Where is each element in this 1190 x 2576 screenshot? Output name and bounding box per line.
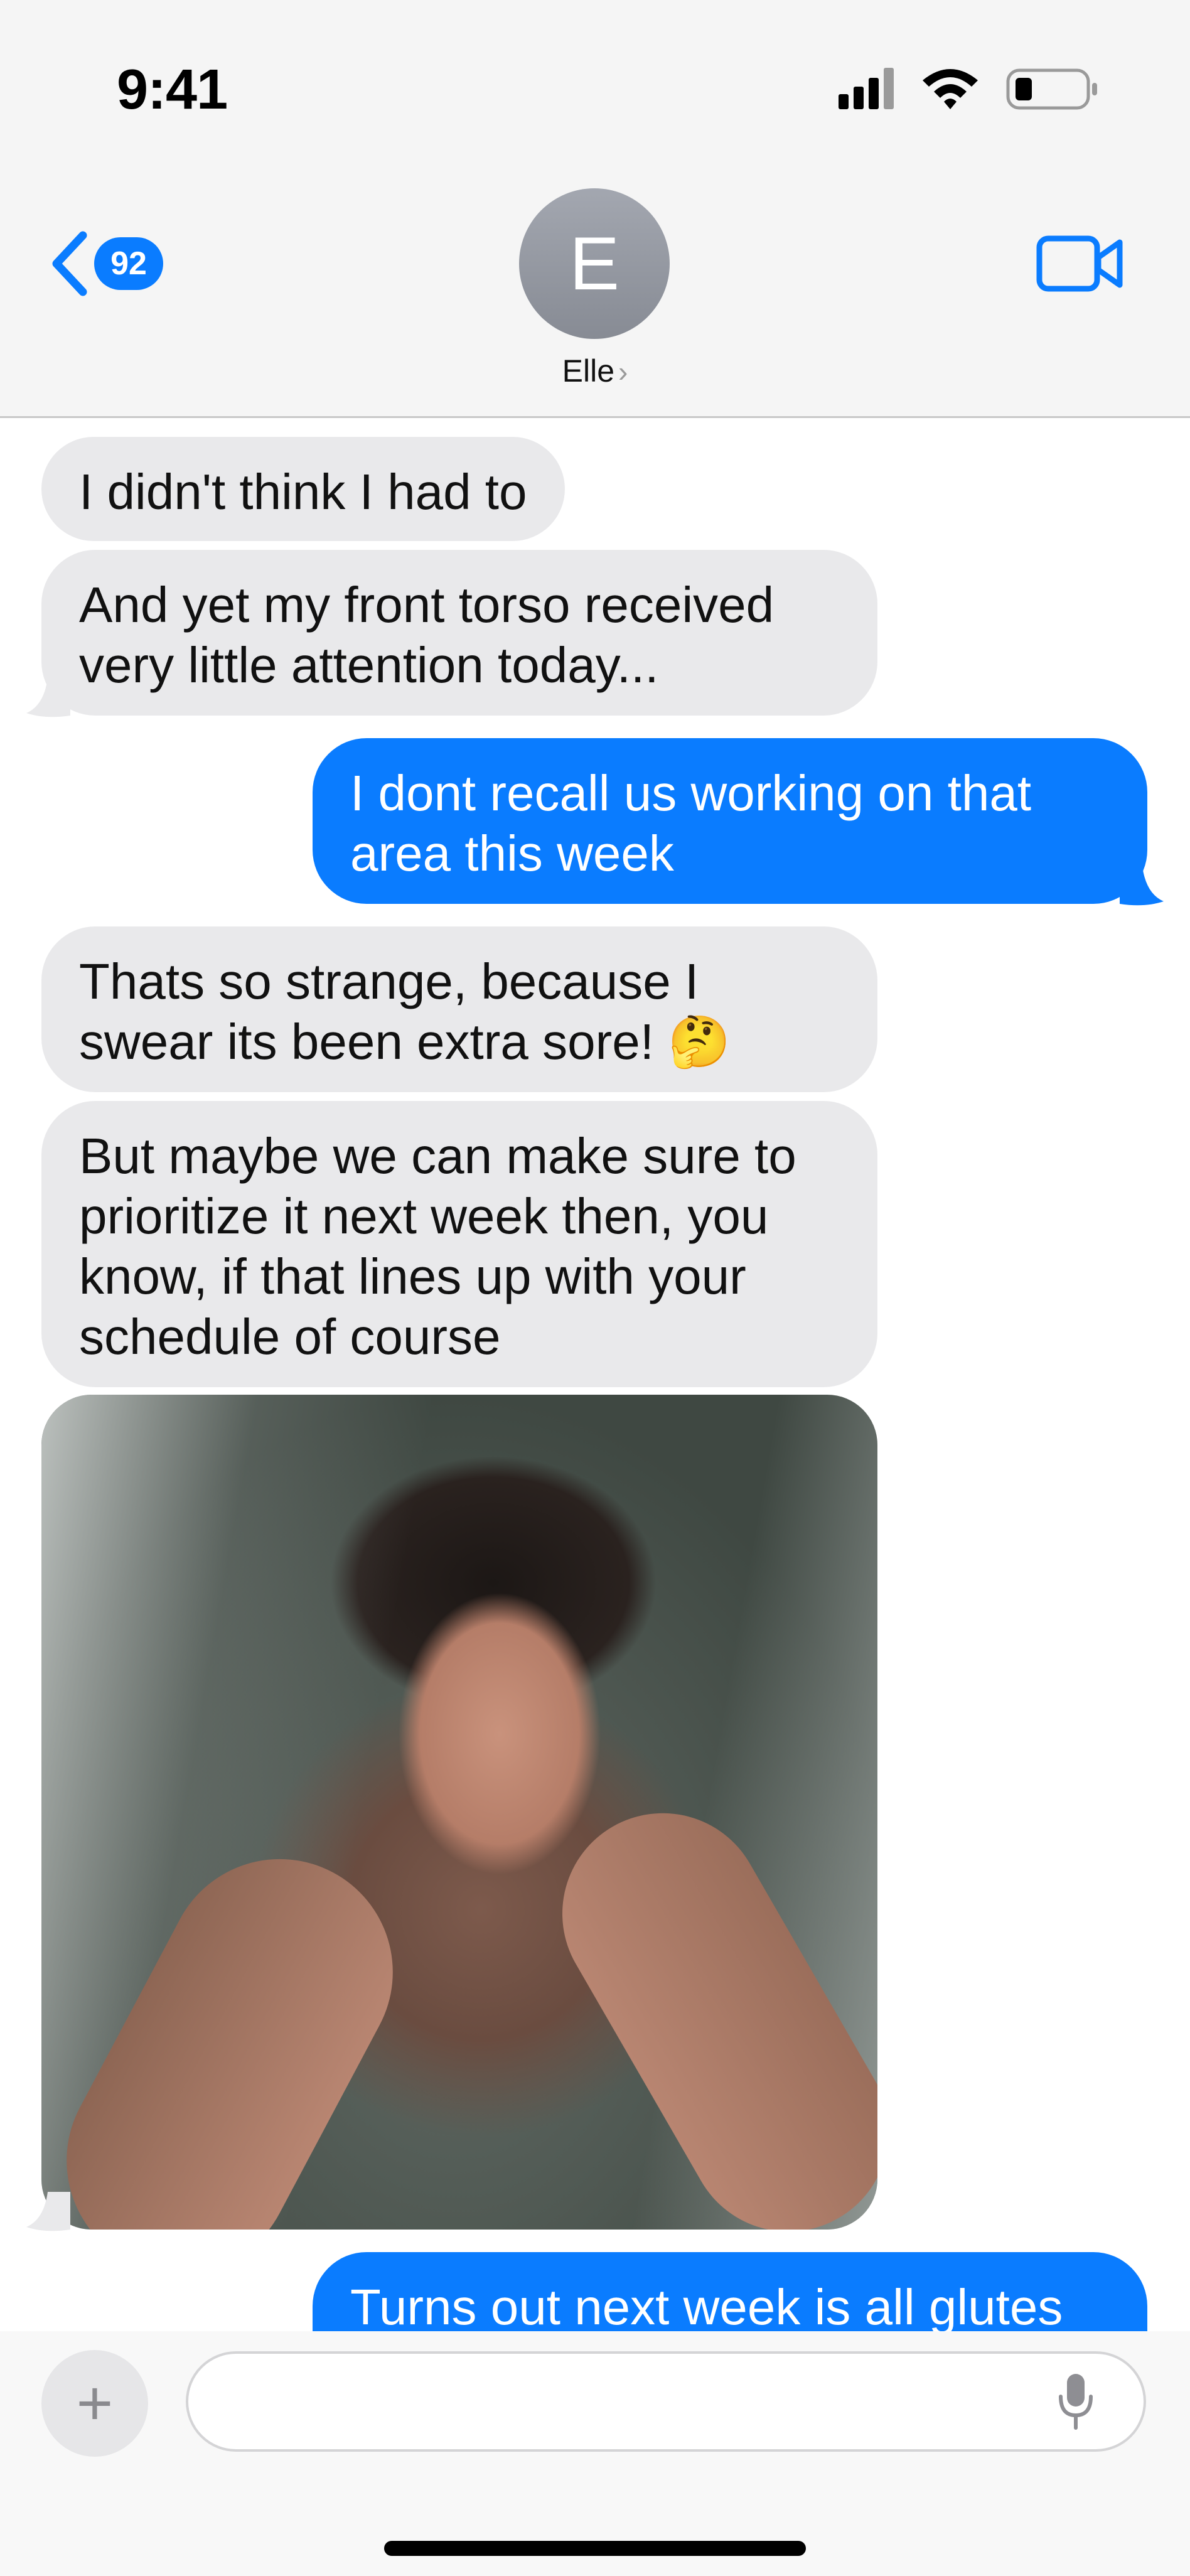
back-button[interactable]: 92 — [48, 226, 173, 301]
message-bubble-incoming[interactable]: And yet my front torso received very lit… — [41, 550, 877, 716]
contact-name-button[interactable]: Elle › — [0, 353, 1190, 389]
microphone-icon[interactable] — [1057, 2371, 1095, 2432]
wifi-icon — [923, 69, 978, 109]
conversation-header: 9:41 92 E Elle › — [0, 0, 1190, 418]
battery-icon — [1006, 68, 1097, 110]
contact-name: Elle — [562, 353, 615, 389]
message-input[interactable] — [186, 2351, 1146, 2452]
message-bubble-outgoing[interactable]: I dont recall us working on that area th… — [313, 738, 1147, 904]
bubble-tail — [1120, 866, 1164, 906]
home-indicator[interactable] — [384, 2541, 806, 2556]
signal-icon — [839, 68, 894, 109]
photo-attachment[interactable] — [41, 1395, 877, 2230]
message-thread[interactable]: I didn't think I had to And yet my front… — [0, 418, 1190, 2331]
message-bubble-incoming[interactable]: Thats so strange, because I swear its be… — [41, 926, 877, 1092]
status-time: 9:41 — [117, 58, 228, 121]
message-bubble-incoming[interactable]: But maybe we can make sure to prioritize… — [41, 1101, 877, 1387]
message-bubble-outgoing[interactable]: Turns out next week is all glutes — [313, 2252, 1147, 2331]
chevron-right-icon: › — [618, 355, 628, 388]
message-bubble-incoming[interactable]: I didn't think I had to — [41, 437, 565, 541]
bubble-tail — [26, 2192, 70, 2231]
video-call-icon[interactable] — [1036, 232, 1123, 295]
back-chevron-icon — [52, 231, 87, 296]
avatar[interactable]: E — [519, 188, 670, 339]
bubble-tail — [26, 678, 70, 717]
plus-button[interactable]: + — [41, 2350, 148, 2457]
status-icons — [839, 68, 1097, 110]
unread-badge: 92 — [94, 237, 163, 290]
